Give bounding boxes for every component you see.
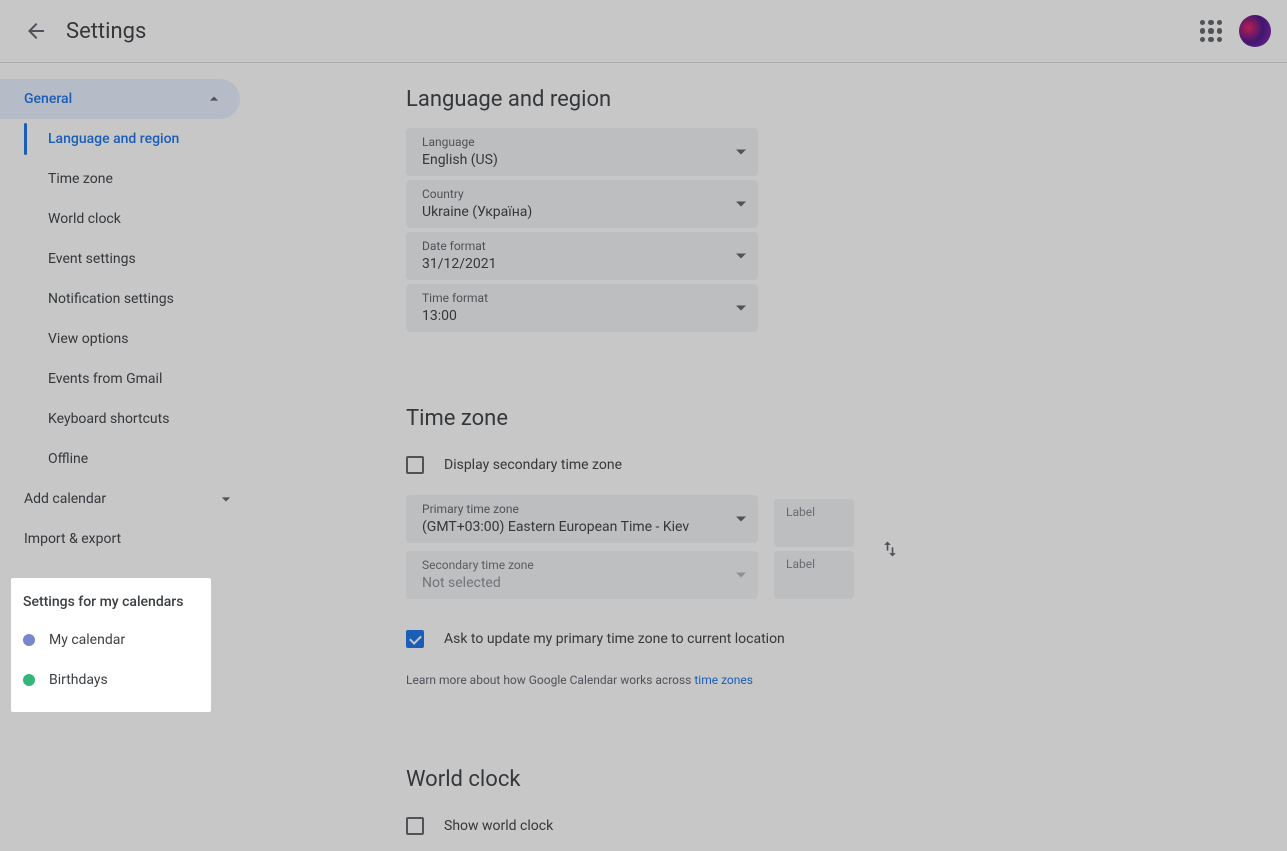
display-secondary-label: Display secondary time zone [444,457,622,473]
calendar-item-label: My calendar [49,632,125,648]
sidebar-item-events-from-gmail[interactable]: Events from Gmail [24,359,254,399]
primary-timezone-select[interactable]: Primary time zone (GMT+03:00) Eastern Eu… [406,495,758,543]
swap-vertical-icon [880,539,900,559]
sidebar-item-world-clock[interactable]: World clock [24,199,254,239]
ask-update-label: Ask to update my primary time zone to cu… [444,631,785,647]
caret-down-icon [736,254,746,259]
date-format-select[interactable]: Date format 31/12/2021 [406,232,758,280]
sidebar-general[interactable]: General [0,79,240,119]
caret-down-icon [736,517,746,522]
calendar-color-dot [23,674,35,686]
caret-down-icon [736,150,746,155]
secondary-label-input[interactable]: Label [774,551,854,599]
calendar-color-dot [23,634,35,646]
caret-down-icon [736,306,746,311]
section-title-world-clock: World clock [406,767,1263,792]
caret-down-icon [736,573,746,578]
sidebar-item-notification-settings[interactable]: Notification settings [24,279,254,319]
my-calendars-popup: Settings for my calendars My calendar Bi… [11,578,211,712]
country-select[interactable]: Country Ukraine (Україна) [406,180,758,228]
time-format-select[interactable]: Time format 13:00 [406,284,758,332]
sidebar-item-time-zone[interactable]: Time zone [24,159,254,199]
display-secondary-checkbox[interactable] [406,456,424,474]
secondary-timezone-select[interactable]: Secondary time zone Not selected [406,551,758,599]
ask-update-checkbox[interactable] [406,630,424,648]
swap-timezones-button[interactable] [870,529,910,569]
primary-label-input[interactable]: Label [774,499,854,547]
sidebar-add-calendar[interactable]: Add calendar [0,479,254,519]
sidebar: General Language and region Time zone Wo… [0,63,254,851]
sidebar-import-export[interactable]: Import & export [0,519,254,559]
sidebar-item-keyboard-shortcuts[interactable]: Keyboard shortcuts [24,399,254,439]
chevron-up-icon [204,89,224,109]
apps-icon[interactable] [1199,19,1223,43]
show-world-clock-label: Show world clock [444,818,553,834]
sidebar-item-event-settings[interactable]: Event settings [24,239,254,279]
language-select[interactable]: Language English (US) [406,128,758,176]
section-title-timezone: Time zone [406,406,1263,431]
main-content: Language and region Language English (US… [254,63,1287,851]
calendar-item-my-calendar[interactable]: My calendar [11,620,211,660]
calendar-item-birthdays[interactable]: Birthdays [11,660,211,700]
avatar[interactable] [1239,15,1271,47]
back-button[interactable] [16,11,56,51]
header: Settings [0,0,1287,63]
show-world-clock-checkbox[interactable] [406,817,424,835]
arrow-left-icon [24,19,48,43]
caret-down-icon [736,202,746,207]
sidebar-general-label: General [24,91,72,107]
page-title: Settings [66,19,146,44]
timezone-hint: Learn more about how Google Calendar wor… [406,673,1263,687]
sidebar-item-language-region[interactable]: Language and region [24,119,254,159]
calendar-item-label: Birthdays [49,672,108,688]
timezone-hint-link[interactable]: time zones [694,673,753,687]
sidebar-item-offline[interactable]: Offline [24,439,254,479]
sidebar-item-view-options[interactable]: View options [24,319,254,359]
section-title-language: Language and region [406,87,1263,112]
popup-title: Settings for my calendars [11,594,211,620]
chevron-down-icon [216,489,236,509]
